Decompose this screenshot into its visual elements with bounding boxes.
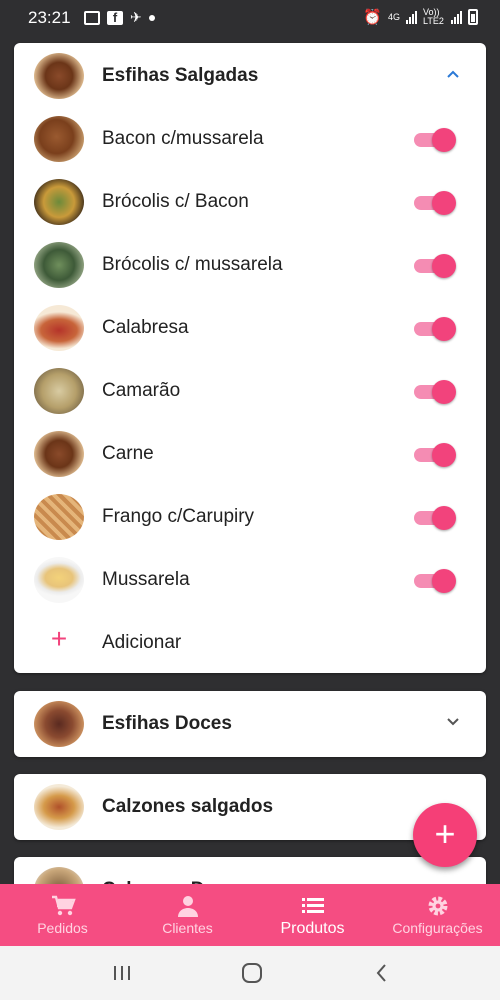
gallery-notification-icon bbox=[84, 10, 100, 25]
product-row[interactable]: Mussarela bbox=[14, 549, 486, 609]
product-row[interactable]: Brócolis c/ Bacon bbox=[14, 171, 486, 231]
category-title: Calzones salgados bbox=[102, 796, 274, 817]
product-enabled-toggle[interactable] bbox=[412, 128, 456, 152]
facebook-notification-icon: f bbox=[107, 10, 123, 25]
system-navigation-bar bbox=[0, 946, 500, 1000]
product-enabled-toggle[interactable] bbox=[412, 191, 456, 215]
home-icon[interactable] bbox=[240, 961, 264, 985]
product-enabled-toggle[interactable] bbox=[412, 317, 456, 341]
alarm-icon: ⏰ bbox=[363, 9, 382, 26]
plus-icon: + bbox=[434, 813, 456, 854]
category-thumbnail bbox=[34, 53, 84, 99]
back-icon[interactable] bbox=[370, 961, 394, 985]
chevron-down-icon[interactable] bbox=[446, 715, 460, 729]
category-header[interactable]: Esfihas Doces bbox=[14, 693, 486, 753]
nav-label: Clientes bbox=[162, 920, 213, 936]
nav-item-pedidos[interactable]: Pedidos bbox=[0, 884, 125, 946]
chevron-up-icon[interactable] bbox=[446, 67, 460, 81]
product-row[interactable]: Camarão bbox=[14, 360, 486, 420]
battery-icon bbox=[468, 9, 478, 25]
product-thumbnail bbox=[34, 116, 84, 162]
product-thumbnail bbox=[34, 305, 84, 351]
add-product-row[interactable]: + Adicionar bbox=[14, 612, 486, 672]
gear-icon bbox=[428, 896, 447, 916]
product-thumbnail bbox=[34, 179, 84, 225]
signal-icon bbox=[406, 10, 417, 24]
plus-icon: + bbox=[50, 623, 68, 654]
product-thumbnail bbox=[34, 431, 84, 477]
product-thumbnail bbox=[34, 557, 84, 603]
product-name: Camarão bbox=[102, 380, 181, 401]
cart-icon bbox=[51, 895, 76, 916]
product-enabled-toggle[interactable] bbox=[412, 569, 456, 593]
product-enabled-toggle[interactable] bbox=[412, 254, 456, 278]
product-thumbnail bbox=[34, 494, 84, 540]
product-name: Bacon c/mussarela bbox=[102, 128, 264, 149]
category-title: Esfihas Salgadas bbox=[102, 65, 259, 86]
product-name: Brócolis c/ mussarela bbox=[102, 254, 283, 275]
nav-item-clientes[interactable]: Clientes bbox=[125, 884, 250, 946]
category-title: Esfihas Doces bbox=[102, 713, 232, 734]
add-category-fab[interactable]: + bbox=[413, 803, 477, 867]
product-row[interactable]: Bacon c/mussarela bbox=[14, 108, 486, 168]
volte-label: Vo)) LTE2 bbox=[423, 7, 444, 26]
product-thumbnail bbox=[34, 368, 84, 414]
product-enabled-toggle[interactable] bbox=[412, 380, 456, 404]
category-card-esfihas-salgadas: Esfihas Salgadas Bacon c/mussarela Bróco… bbox=[14, 43, 486, 673]
category-thumbnail bbox=[34, 701, 84, 747]
status-bar: 23:21 f ✈ ⏰ 4G Vo)) LTE2 bbox=[0, 0, 500, 34]
product-row[interactable]: Calabresa bbox=[14, 297, 486, 357]
category-header[interactable]: Esfihas Salgadas bbox=[14, 45, 486, 105]
more-notifications-dot bbox=[148, 14, 155, 21]
product-thumbnail bbox=[34, 242, 84, 288]
recent-apps-icon[interactable] bbox=[110, 961, 134, 985]
category-card-esfihas-doces[interactable]: Esfihas Doces bbox=[14, 691, 486, 757]
product-name: Calabresa bbox=[102, 317, 189, 338]
product-name: Carne bbox=[102, 443, 154, 464]
category-thumbnail bbox=[34, 784, 84, 830]
person-icon bbox=[177, 896, 198, 917]
nav-label: Pedidos bbox=[37, 920, 88, 936]
network-type-label: 4G bbox=[387, 12, 400, 22]
nav-item-configuracoes[interactable]: Configurações bbox=[375, 884, 500, 946]
product-name: Frango c/Carupiry bbox=[102, 506, 255, 527]
status-time: 23:21 bbox=[28, 8, 71, 27]
signal-icon-2 bbox=[451, 10, 462, 24]
product-enabled-toggle[interactable] bbox=[412, 506, 456, 530]
bird-notification-icon: ✈ bbox=[130, 9, 142, 25]
product-name: Mussarela bbox=[102, 569, 190, 590]
product-row[interactable]: Brócolis c/ mussarela bbox=[14, 234, 486, 294]
bottom-navigation: Pedidos Clientes Produtos Configurações bbox=[0, 884, 500, 946]
nav-item-produtos[interactable]: Produtos bbox=[250, 884, 375, 946]
product-enabled-toggle[interactable] bbox=[412, 443, 456, 467]
product-row[interactable]: Carne bbox=[14, 423, 486, 483]
list-icon bbox=[301, 898, 324, 913]
product-row[interactable]: Frango c/Carupiry bbox=[14, 486, 486, 546]
nav-label: Configurações bbox=[392, 920, 483, 936]
product-name: Brócolis c/ Bacon bbox=[102, 191, 249, 212]
add-product-label: Adicionar bbox=[102, 632, 182, 653]
nav-label: Produtos bbox=[280, 920, 345, 937]
